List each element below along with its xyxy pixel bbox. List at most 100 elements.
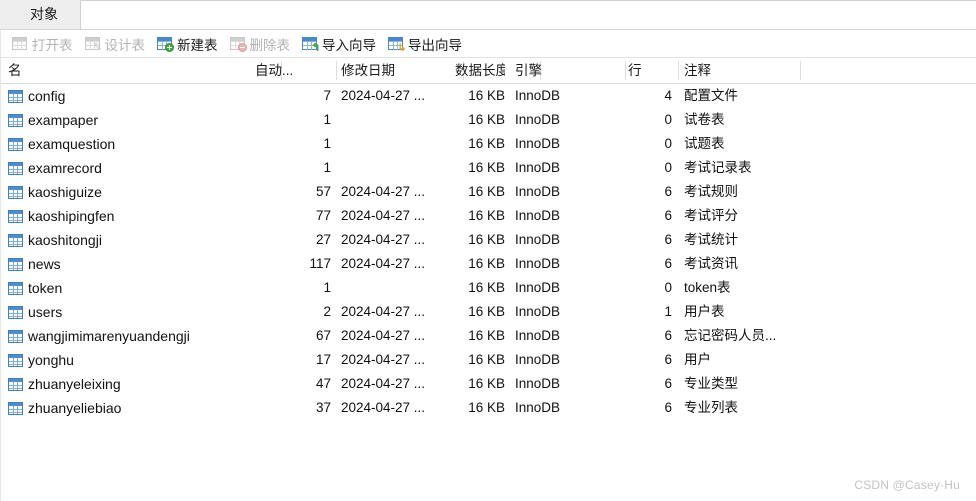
table-row[interactable]: examquestion 1 16 KB InnoDB 0 试题表: [0, 132, 976, 156]
table-icon: [8, 89, 23, 103]
table-row[interactable]: wangjimimarenyuandengji 67 2024-04-27 ... 1…: [0, 324, 976, 348]
table-row[interactable]: examrecord 1 16 KB InnoDB 0 考试记录表: [0, 156, 976, 180]
cell-comment: 考试评分: [684, 208, 738, 223]
cell-name: kaoshitongji: [8, 228, 260, 252]
cell-name: examquestion: [8, 132, 260, 156]
cell-engine: InnoDB: [515, 352, 561, 367]
table-icon: [8, 113, 23, 127]
cell-name: config: [8, 84, 260, 108]
table-icon: [8, 209, 23, 223]
cell-data-length: 16 KB: [468, 88, 505, 103]
cell-modified-date: 2024-04-27 ...: [341, 232, 426, 247]
cell-auto-increment: 17: [315, 352, 331, 367]
cell-auto-increment: 77: [315, 208, 331, 223]
cell-data-length: 16 KB: [468, 328, 505, 343]
table-row[interactable]: kaoshipingfen 77 2024-04-27 ... 16 KB InnoDB…: [0, 204, 976, 228]
cell-engine: InnoDB: [515, 256, 561, 271]
cell-engine: InnoDB: [515, 400, 561, 415]
cell-data-length: 16 KB: [468, 136, 505, 151]
column-divider-6[interactable]: [678, 61, 679, 80]
table-name-label: kaoshiguize: [28, 184, 102, 200]
column-header-auto-increment[interactable]: 自动...: [255, 58, 331, 83]
design-table-button[interactable]: ✎ 设计表: [81, 31, 154, 57]
column-header-rows[interactable]: 行: [628, 58, 672, 83]
cell-comment: 考试规则: [684, 184, 738, 199]
cell-rows: 6: [664, 208, 672, 223]
cell-name: examrecord: [8, 156, 260, 180]
tab-strip-filler: [80, 0, 976, 29]
table-name-label: yonghu: [28, 352, 74, 368]
export-wizard-button[interactable]: ↳ 导出向导: [384, 31, 470, 57]
cell-auto-increment: 57: [315, 184, 331, 199]
open-table-button[interactable]: 打开表: [8, 31, 81, 57]
cell-comment: 用户: [684, 352, 711, 367]
table-row[interactable]: news 117 2024-04-27 ... 16 KB InnoDB 6 考试资讯: [0, 252, 976, 276]
cell-data-length: 16 KB: [468, 184, 505, 199]
cell-modified-date: 2024-04-27 ...: [341, 184, 426, 199]
table-row[interactable]: config 7 2024-04-27 ... 16 KB InnoDB 4 配置文件: [0, 84, 976, 108]
cell-name: yonghu: [8, 348, 260, 372]
new-table-button[interactable]: 新建表: [153, 31, 226, 57]
cell-name: token: [8, 276, 260, 300]
cell-engine: InnoDB: [515, 208, 561, 223]
delete-table-button[interactable]: 删除表: [226, 31, 299, 57]
cell-auto-increment: 2: [323, 304, 331, 319]
cell-engine: InnoDB: [515, 328, 561, 343]
table-row[interactable]: kaoshitongji 27 2024-04-27 ... 16 KB InnoDB 6…: [0, 228, 976, 252]
nav-cat-object-panel: 对象 打开表 ✎ 设计表 新建表 删除表 ↰ 导入向导 ↳ 导出向导 名 自动.…: [0, 0, 976, 501]
delete-table-label: 删除表: [249, 37, 291, 53]
cell-modified-date: 2024-04-27 ...: [341, 328, 426, 343]
column-header-modified-date[interactable]: 修改日期: [341, 58, 459, 83]
column-header-data-length[interactable]: 数据长度: [455, 58, 505, 83]
cell-auto-increment: 37: [315, 400, 331, 415]
cell-comment: token表: [684, 280, 731, 295]
table-row[interactable]: kaoshiguize 57 2024-04-27 ... 16 KB InnoDB 6 考…: [0, 180, 976, 204]
table-row[interactable]: users 2 2024-04-27 ... 16 KB InnoDB 1 用户表: [0, 300, 976, 324]
table-name-label: zhuanyeliebiao: [28, 400, 122, 416]
table-name-label: exampaper: [28, 112, 99, 128]
table-name-label: examquestion: [28, 136, 116, 152]
column-divider-7[interactable]: [800, 61, 801, 80]
table-name-label: config: [28, 88, 66, 104]
import-wizard-icon: ↰: [302, 36, 321, 54]
cell-comment: 配置文件: [684, 88, 738, 103]
cell-modified-date: [341, 108, 459, 132]
table-row[interactable]: zhuanyeleixing 47 2024-04-27 ... 16 KB InnoD…: [0, 372, 976, 396]
cell-data-length: 16 KB: [468, 376, 505, 391]
column-divider-5[interactable]: [625, 61, 626, 80]
table-icon: [8, 401, 23, 415]
cell-auto-increment: 117: [309, 256, 331, 271]
cell-engine: InnoDB: [515, 160, 561, 175]
tab-objects[interactable]: 对象: [8, 0, 80, 29]
cell-engine: InnoDB: [515, 136, 561, 151]
cell-modified-date: 2024-04-27 ...: [341, 256, 426, 271]
cell-rows: 1: [664, 304, 672, 319]
cell-data-length: 16 KB: [468, 304, 505, 319]
cell-engine: InnoDB: [515, 88, 561, 103]
table-icon: [8, 257, 23, 271]
table-icon: [8, 305, 23, 319]
cell-rows: 6: [664, 328, 672, 343]
column-header-name[interactable]: 名: [8, 58, 260, 83]
table-row[interactable]: exampaper 1 16 KB InnoDB 0 试卷表: [0, 108, 976, 132]
open-table-icon: [12, 36, 28, 51]
cell-engine: InnoDB: [515, 112, 561, 127]
table-row[interactable]: token 1 16 KB InnoDB 0 token表: [0, 276, 976, 300]
cell-rows: 4: [664, 88, 672, 103]
table-row[interactable]: yonghu 17 2024-04-27 ... 16 KB InnoDB 6 用户: [0, 348, 976, 372]
table-name-label: kaoshipingfen: [28, 208, 115, 224]
table-name-label: kaoshitongji: [28, 232, 102, 248]
import-wizard-button[interactable]: ↰ 导入向导: [298, 31, 384, 57]
table-icon: [8, 137, 23, 151]
table-row[interactable]: zhuanyeliebiao 37 2024-04-27 ... 16 KB InnoD…: [0, 396, 976, 420]
cell-data-length: 16 KB: [468, 208, 505, 223]
cell-name: kaoshiguize: [8, 180, 260, 204]
delete-table-icon: [229, 36, 247, 52]
cell-rows: 0: [664, 280, 672, 295]
cell-comment: 试卷表: [684, 112, 725, 127]
cell-rows: 6: [664, 400, 672, 415]
column-divider-2[interactable]: [336, 61, 337, 80]
column-header-engine[interactable]: 引擎: [515, 58, 615, 83]
table-list[interactable]: config 7 2024-04-27 ... 16 KB InnoDB 4 配置文件 exa…: [0, 84, 976, 456]
column-header-comment[interactable]: 注释: [684, 58, 796, 83]
